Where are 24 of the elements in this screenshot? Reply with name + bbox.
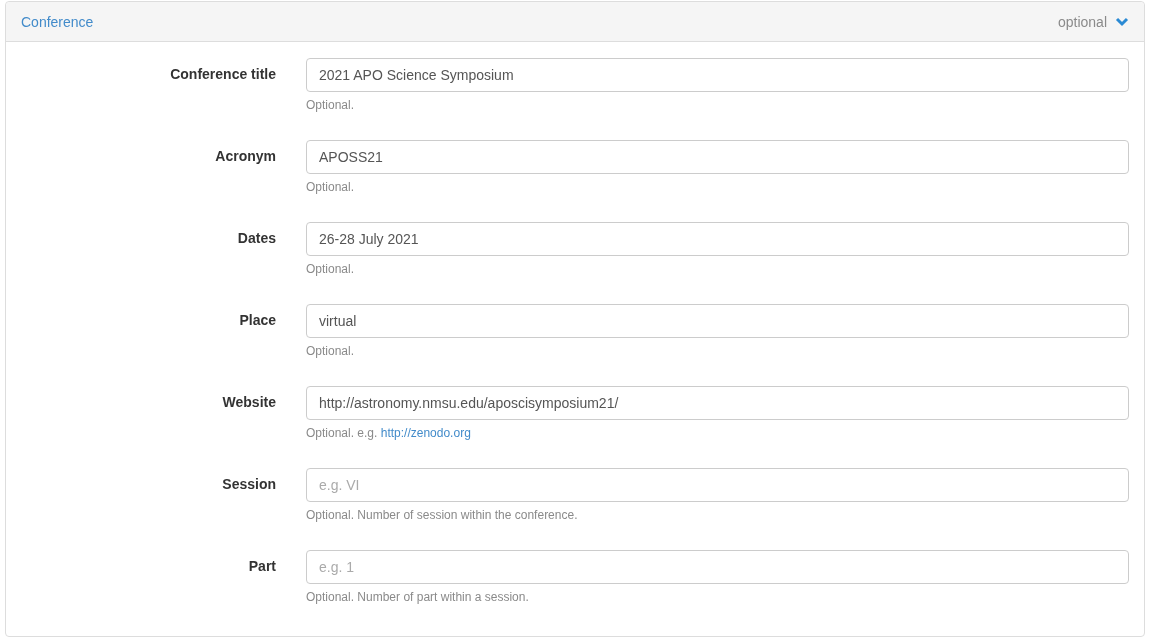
field-label: Place (238, 311, 276, 330)
input-field[interactable]: APOSS21 (306, 140, 1129, 174)
help-link[interactable]: http://zenodo.org (380, 426, 471, 440)
help-text: Optional. (306, 98, 356, 112)
help-text: Optional. Number of session within the conference. (306, 508, 579, 522)
field-label: Acronym (214, 147, 276, 166)
optional-label: optional (1057, 13, 1107, 30)
input-field[interactable]: 2021 APO Science Symposium (306, 58, 1129, 92)
help-text: Optional. (306, 262, 356, 276)
help-text: Optional. (306, 344, 356, 358)
input-field[interactable]: e.g. 1 (306, 550, 1129, 584)
field-label: Dates (236, 229, 276, 248)
help-text: Optional. (306, 180, 356, 194)
field-label: Website (221, 393, 276, 412)
input-field[interactable]: 26-28 July 2021 (306, 222, 1129, 256)
input-field[interactable]: virtual (306, 304, 1129, 338)
panel-title: Conference (21, 13, 94, 30)
field-label: Conference title (169, 65, 276, 84)
input-field[interactable]: http://astronomy.nmsu.edu/aposcisymposium21/ (306, 386, 1129, 420)
help-text: Optional. e.g. http://zenodo.org (306, 426, 472, 440)
field-label: Session (221, 475, 276, 494)
field-label: Part (247, 557, 276, 576)
help-text: Optional. Number of part within a session. (306, 590, 530, 604)
input-field[interactable]: e.g. VI (306, 468, 1129, 502)
